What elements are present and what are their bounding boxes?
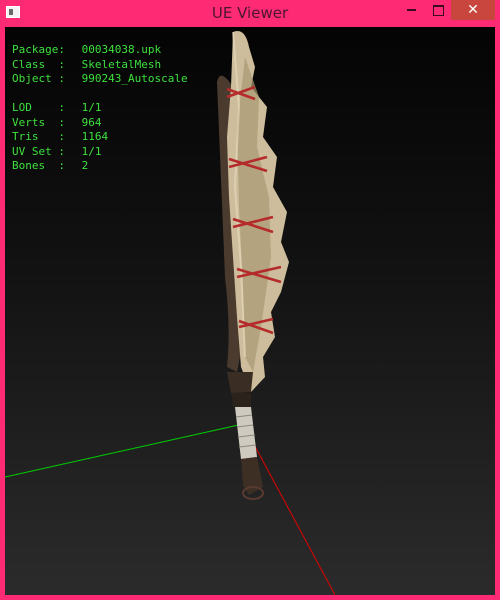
info-row-class: Class : SkeletalMesh (12, 58, 188, 73)
window-title: UE Viewer (211, 4, 289, 22)
close-icon: ✕ (467, 2, 479, 18)
tris-value: 1164 (81, 130, 109, 143)
lod-value: 1/1 (81, 101, 102, 114)
package-label: Package: (12, 43, 65, 56)
info-row-uvset: UV Set : 1/1 (12, 145, 188, 160)
3d-viewport[interactable]: Package: 00034038.upk Class : SkeletalMe… (5, 27, 495, 595)
class-value: SkeletalMesh (81, 57, 162, 71)
bones-value: 2 (81, 159, 89, 172)
tris-label: Tris : (12, 130, 65, 143)
lod-label: LOD : (12, 101, 65, 114)
info-row-verts: Verts : 964 (12, 116, 188, 131)
close-button[interactable]: ✕ (451, 0, 495, 20)
minimize-icon (406, 9, 416, 11)
y-axis-line (242, 423, 336, 595)
info-row-bones: Bones : 2 (12, 159, 188, 174)
minimize-button[interactable] (398, 0, 424, 20)
x-axis-line (5, 423, 244, 478)
bones-label: Bones : (12, 159, 65, 172)
verts-label: Verts : (12, 115, 65, 129)
verts-value: 964 (81, 115, 102, 129)
ue-viewer-window: UE Viewer ✕ Package: 00034038.upk Class … (0, 0, 500, 600)
sword-mesh (217, 31, 289, 500)
class-label: Class : (12, 57, 65, 71)
object-value: 990243_Autoscale (81, 72, 188, 85)
info-row-object: Object : 990243_Autoscale (12, 72, 188, 87)
package-value: 00034038.upk (81, 43, 162, 56)
info-row-tris: Tris : 1164 (12, 130, 188, 145)
uvset-value: 1/1 (81, 144, 102, 158)
uvset-label: UV Set : (12, 144, 65, 158)
maximize-icon (432, 5, 444, 16)
info-row-lod: LOD : 1/1 (12, 101, 188, 116)
mesh-info-panel: Package: 00034038.upk Class : SkeletalMe… (12, 43, 188, 174)
maximize-button[interactable] (426, 0, 450, 20)
object-label: Object : (12, 72, 65, 85)
title-bar[interactable]: UE Viewer ✕ (0, 0, 500, 26)
info-row-package: Package: 00034038.upk (12, 43, 188, 58)
